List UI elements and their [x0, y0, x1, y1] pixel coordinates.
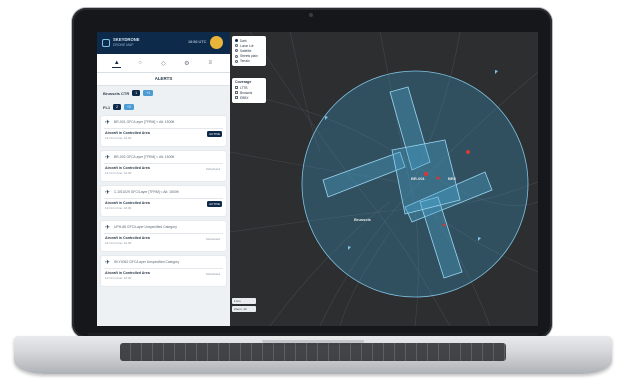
alert-title: Aircraft in Controlled Area: [105, 236, 150, 240]
tab-shield-icon[interactable]: ◇: [159, 59, 168, 68]
flight-level-filter[interactable]: FL1 2 +2: [97, 100, 230, 114]
tab-settings-icon[interactable]: ⚙: [182, 59, 191, 68]
coverage-option[interactable]: EBBX: [235, 95, 263, 100]
alert-card[interactable]: ✈ BR-001 GFC/Layer [TFRM] < Alt: 1500ft …: [101, 116, 226, 146]
zone-chip[interactable]: 1: [132, 90, 141, 96]
airplane-icon: ✈: [105, 225, 111, 231]
status-badge: Scheduled: [205, 237, 220, 241]
alert-time: 12:14 in time: 10.00: [105, 276, 132, 280]
alert-card[interactable]: ✈ SKY4052 GFC/Layer Unspecified Category…: [101, 256, 226, 286]
alert-card[interactable]: ✈ C-DS1029 GFC/Layer [TFRM] < Alt: 1500f…: [101, 186, 226, 216]
zone-filter[interactable]: Brussels CTR 1 +1: [97, 86, 230, 100]
alert-title: Aircraft in Controlled Area: [105, 166, 150, 170]
alert-title: Aircraft in Controlled Area: [105, 201, 150, 205]
airplane-icon: ✈: [105, 120, 111, 126]
scale-indicator: 1 km: [232, 298, 256, 304]
laptop-screen: SKEYDRONE DRONE MAP 16:56 UTC ▲ ○ ◇ ⚙ ≡ …: [97, 32, 538, 326]
laptop-keyboard: [120, 343, 506, 361]
sidebar-tabs: ▲ ○ ◇ ⚙ ≡: [97, 54, 230, 73]
status-badge: Scheduled: [205, 272, 220, 276]
alert-time: 12:14 in time: 10.00: [105, 136, 132, 140]
alert-list: ✈ BR-001 GFC/Layer [TFRM] < Alt: 1500ft …: [97, 114, 230, 286]
clock: 16:56 UTC: [188, 40, 207, 44]
coverage-title: Coverage: [235, 80, 252, 84]
app-subtitle: DRONE MAP: [113, 43, 134, 47]
airplane-icon: ✈: [105, 155, 111, 161]
status-badge: ACTIVE: [207, 131, 222, 137]
tab-menu-icon[interactable]: ≡: [206, 59, 215, 68]
airplane-icon: ✈: [105, 190, 111, 196]
map-style-panel: Dark Lunar Ldr Satellite Streets plain T…: [232, 36, 266, 66]
map-tag[interactable]: BR2: [448, 176, 456, 181]
logo-icon: [102, 39, 110, 47]
app-name: SKEYDRONE: [113, 37, 140, 42]
map-style-option[interactable]: Terrain: [235, 59, 263, 64]
alert-time: 12:14 in time: 10.00: [105, 206, 132, 210]
map-canvas: [230, 32, 538, 326]
status-badge: ACTIVE: [207, 201, 222, 207]
alert-title: Aircraft in Controlled Area: [105, 271, 150, 275]
status-badge: Scheduled: [205, 167, 220, 171]
fl-chip[interactable]: +2: [124, 104, 134, 110]
city-label: Brussels: [354, 217, 371, 222]
user-avatar[interactable]: [210, 36, 223, 49]
alert-title: Aircraft in Controlled Area: [105, 131, 150, 135]
webcam: [309, 13, 313, 17]
fl-label: FL1: [103, 104, 111, 110]
airspace-map[interactable]: BR-001 BR2 Brussels Dark Lunar Ldr Satel…: [230, 32, 538, 326]
coverage-panel: Coverage LTTB Brussels EBBX: [232, 78, 266, 103]
zoom-indicator[interactable]: Zoom: 12: [232, 306, 256, 312]
tab-globe-icon[interactable]: ○: [136, 59, 145, 68]
zone-label: Brussels CTR: [103, 90, 130, 96]
airplane-icon: ✈: [105, 260, 111, 266]
alerts-title: ALERTS: [97, 73, 230, 86]
alert-time: 12:14 in time: 10.00: [105, 171, 132, 175]
alerts-sidebar: SKEYDRONE DRONE MAP 16:56 UTC ▲ ○ ◇ ⚙ ≡ …: [97, 32, 230, 326]
alert-card[interactable]: ✈ BR-002 GFC/Layer [TFRM] < Alt: 1500ft …: [101, 151, 226, 181]
app-header: SKEYDRONE DRONE MAP 16:56 UTC: [97, 32, 230, 54]
fl-chip[interactable]: 2: [113, 104, 122, 110]
zone-chip[interactable]: +1: [143, 90, 153, 96]
tab-alerts-bell-icon[interactable]: ▲: [112, 58, 122, 68]
alert-time: 12:14 in time: 10.00: [105, 241, 132, 245]
alert-card[interactable]: ✈ UPH-88 GFC/Layer Unspecified Category …: [101, 221, 226, 251]
map-tag[interactable]: BR-001: [411, 176, 425, 181]
